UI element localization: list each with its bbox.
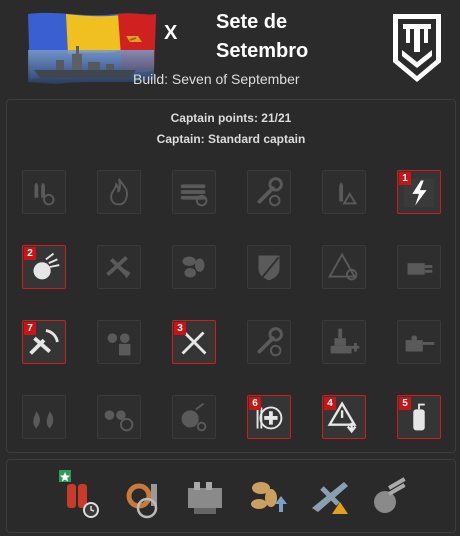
skill-order-badge: 6 (249, 397, 261, 410)
build-header: X Sete de Setembro Build: Seven of Septe… (0, 0, 460, 98)
gun-turret-icon[interactable] (397, 320, 441, 364)
aa-burst-icon[interactable]: 2 (22, 245, 66, 289)
skill-order-badge: 3 (174, 322, 186, 335)
crossed-swords-icon[interactable]: 3 (172, 320, 216, 364)
modernizations-bar (6, 459, 456, 533)
ship-tier: X (164, 22, 178, 44)
aa-sector-icon[interactable]: 7 (22, 320, 66, 364)
hose-valve-icon[interactable] (121, 468, 173, 524)
damage-control-system-icon[interactable] (55, 468, 107, 524)
ship-name-line1: Sete de (216, 11, 288, 33)
turret-reload-icon[interactable] (172, 395, 216, 439)
wrench-reload-icon[interactable] (247, 170, 291, 214)
torpedo-reload-icon[interactable] (172, 170, 216, 214)
propeller-icon[interactable] (172, 245, 216, 289)
propulsion-icon[interactable] (243, 468, 295, 524)
skill-order-badge: 4 (324, 397, 336, 410)
ship-name-line2: Setembro (216, 40, 309, 62)
build-name: Build: Seven of September (133, 71, 300, 87)
shield-icon[interactable] (247, 245, 291, 289)
ship-repair-icon[interactable] (322, 320, 366, 364)
skill-order-badge: 2 (24, 247, 36, 260)
lightning-icon[interactable]: 1 (397, 170, 441, 214)
heal-plus-icon[interactable]: 6 (247, 395, 291, 439)
skill-order-badge: 5 (399, 397, 411, 410)
ship-name: Sete de Setembro (216, 8, 308, 66)
secondary-battery-icon[interactable] (365, 468, 417, 524)
secondary-turret-icon[interactable] (397, 245, 441, 289)
broken-plane-icon[interactable] (97, 245, 141, 289)
warning-down-icon[interactable]: 4 (322, 395, 366, 439)
shipbuilder-logo-icon (393, 14, 441, 82)
fire-icon[interactable] (97, 170, 141, 214)
main-battery-icon[interactable] (180, 468, 232, 524)
warning-crosshair-icon[interactable] (322, 245, 366, 289)
double-fire-icon[interactable] (22, 395, 66, 439)
aircraft-warning-icon[interactable] (304, 468, 356, 524)
shell-warning-icon[interactable] (322, 170, 366, 214)
captain-points: Captain points: 21/21 (170, 111, 292, 125)
captain-skills-panel: Captain points: 21/21 Captain: Standard … (6, 99, 456, 453)
wrench-timer-icon[interactable] (247, 320, 291, 364)
shells-reload-icon[interactable] (22, 170, 66, 214)
turrets-crosshair-icon[interactable] (97, 395, 141, 439)
skill-order-badge: 7 (24, 322, 36, 335)
captain-name: Captain: Standard captain (156, 132, 306, 146)
fire-extinguisher-icon[interactable]: 5 (397, 395, 441, 439)
turrets-icon[interactable] (97, 320, 141, 364)
skill-order-badge: 1 (399, 172, 411, 185)
